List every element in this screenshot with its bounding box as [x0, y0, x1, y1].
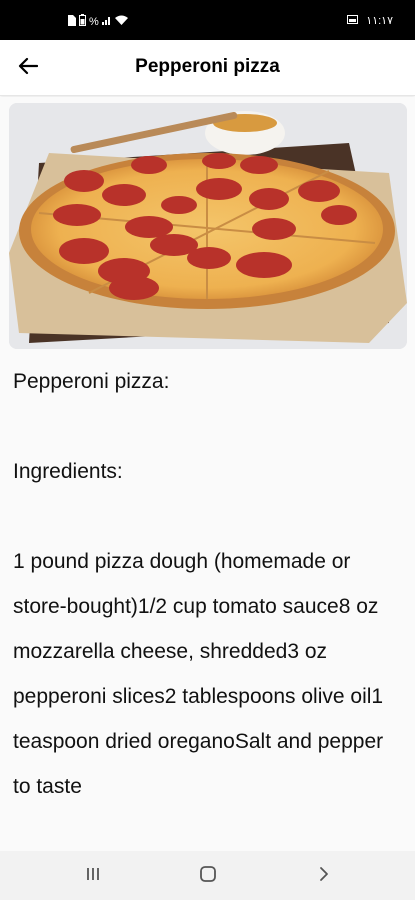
back-chevron-icon [318, 866, 330, 887]
wifi-icon [114, 15, 128, 28]
screenshot-icon [347, 14, 359, 27]
status-bar: % ١١:١٧ [0, 0, 415, 40]
recipe-content[interactable]: Pepperoni pizza: Ingredients: 1 pound pi… [0, 97, 415, 851]
status-right-icons: ١١:١٧ [347, 14, 393, 27]
system-nav-bar [0, 851, 415, 900]
page-title: Pepperoni pizza [135, 56, 280, 77]
home-icon [199, 865, 217, 888]
recents-button[interactable] [80, 863, 106, 889]
nav-back-button[interactable] [311, 863, 337, 889]
status-time: ١١:١٧ [366, 15, 393, 27]
recents-icon [85, 866, 101, 887]
home-button[interactable] [195, 863, 221, 889]
sim-icon [68, 14, 76, 29]
battery-icon [79, 14, 86, 29]
network-icon [101, 15, 112, 28]
battery-percent: % [89, 15, 99, 28]
status-left-icons: % [68, 14, 128, 29]
pizza-photo [9, 103, 407, 349]
app-bar: Pepperoni pizza [0, 40, 415, 96]
recipe-body: Pepperoni pizza: Ingredients: 1 pound pi… [13, 370, 384, 798]
